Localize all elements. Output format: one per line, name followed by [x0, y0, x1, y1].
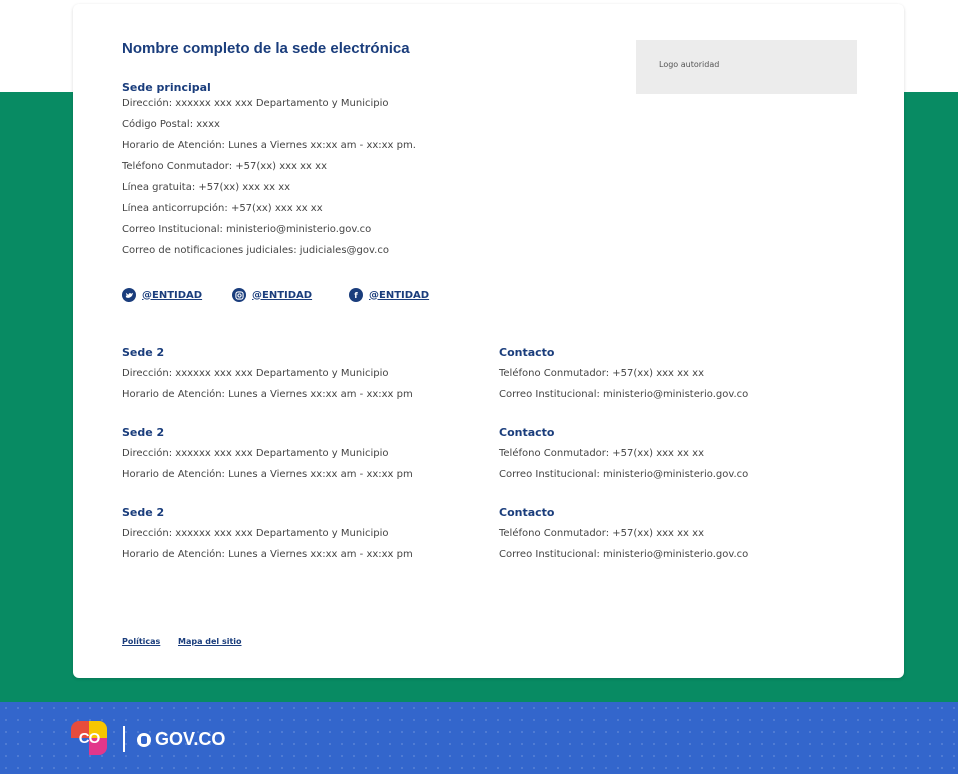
site-title: Nombre completo de la sede electrónica — [122, 40, 410, 57]
branch-title: Sede 2 — [122, 426, 165, 439]
branch-contact-title: Contacto — [499, 346, 555, 359]
facebook-link[interactable]: @ENTIDAD — [369, 290, 429, 301]
branch-contact-title: Contacto — [499, 426, 555, 439]
branch-hours: Horario de Atención: Lunes a Viernes xx:… — [122, 549, 413, 560]
branch-phone: Teléfono Conmutador: +57(xx) xxx xx xx — [499, 528, 704, 539]
main-anticorruption-line: Línea anticorrupción: +57(xx) xxx xx xx — [122, 203, 323, 214]
branch-title: Sede 2 — [122, 346, 165, 359]
main-judicial-email: Correo de notificaciones judiciales: jud… — [122, 245, 389, 256]
branch-email: Correo Institucional: ministerio@ministe… — [499, 389, 749, 400]
main-postal-code: Código Postal: xxxx — [122, 119, 220, 130]
branch-address: Dirección: xxxxxx xxx xxx Departamento y… — [122, 528, 389, 539]
authority-logo: Logo autoridad — [636, 40, 857, 94]
instagram-link[interactable]: @ENTIDAD — [252, 290, 312, 301]
main-hours: Horario de Atención: Lunes a Viernes xx:… — [122, 140, 416, 151]
footer-card: Nombre completo de la sede electrónica L… — [73, 4, 904, 678]
policies-link[interactable]: Políticas — [122, 637, 160, 646]
branch-address: Dirección: xxxxxx xxx xxx Departamento y… — [122, 448, 389, 459]
twitter-icon — [122, 288, 136, 302]
govco-emblem-icon — [137, 732, 151, 747]
main-institutional-email: Correo Institucional: ministerio@ministe… — [122, 224, 372, 235]
branch-address: Dirección: xxxxxx xxx xxx Departamento y… — [122, 368, 389, 379]
social-facebook[interactable]: f @ENTIDAD — [349, 288, 429, 302]
twitter-link[interactable]: @ENTIDAD — [142, 290, 202, 301]
co-logo[interactable]: CO — [71, 721, 107, 755]
branch-email: Correo Institucional: ministerio@ministe… — [499, 549, 749, 560]
govco-text: GOV.CO — [155, 729, 226, 749]
sitemap-link[interactable]: Mapa del sitio — [178, 637, 242, 646]
branch-hours: Horario de Atención: Lunes a Viernes xx:… — [122, 469, 413, 480]
main-phone: Teléfono Conmutador: +57(xx) xxx xx xx — [122, 161, 327, 172]
branch-email: Correo Institucional: ministerio@ministe… — [499, 469, 749, 480]
social-twitter[interactable]: @ENTIDAD — [122, 288, 202, 302]
instagram-icon — [232, 288, 246, 302]
branch-contact-title: Contacto — [499, 506, 555, 519]
branch-hours: Horario de Atención: Lunes a Viernes xx:… — [122, 389, 413, 400]
main-address: Dirección: xxxxxx xxx xxx Departamento y… — [122, 98, 389, 109]
facebook-icon: f — [349, 288, 363, 302]
branch-phone: Teléfono Conmutador: +57(xx) xxx xx xx — [499, 448, 704, 459]
branch-title: Sede 2 — [122, 506, 165, 519]
branch-phone: Teléfono Conmutador: +57(xx) xxx xx xx — [499, 368, 704, 379]
social-instagram[interactable]: @ENTIDAD — [232, 288, 312, 302]
co-logo-text: CO — [78, 729, 100, 747]
footer-divider — [123, 726, 125, 752]
main-free-line: Línea gratuita: +57(xx) xxx xx xx — [122, 182, 291, 193]
main-site-heading: Sede principal — [122, 81, 211, 94]
govco-logo[interactable]: GOV.CO — [137, 729, 225, 750]
